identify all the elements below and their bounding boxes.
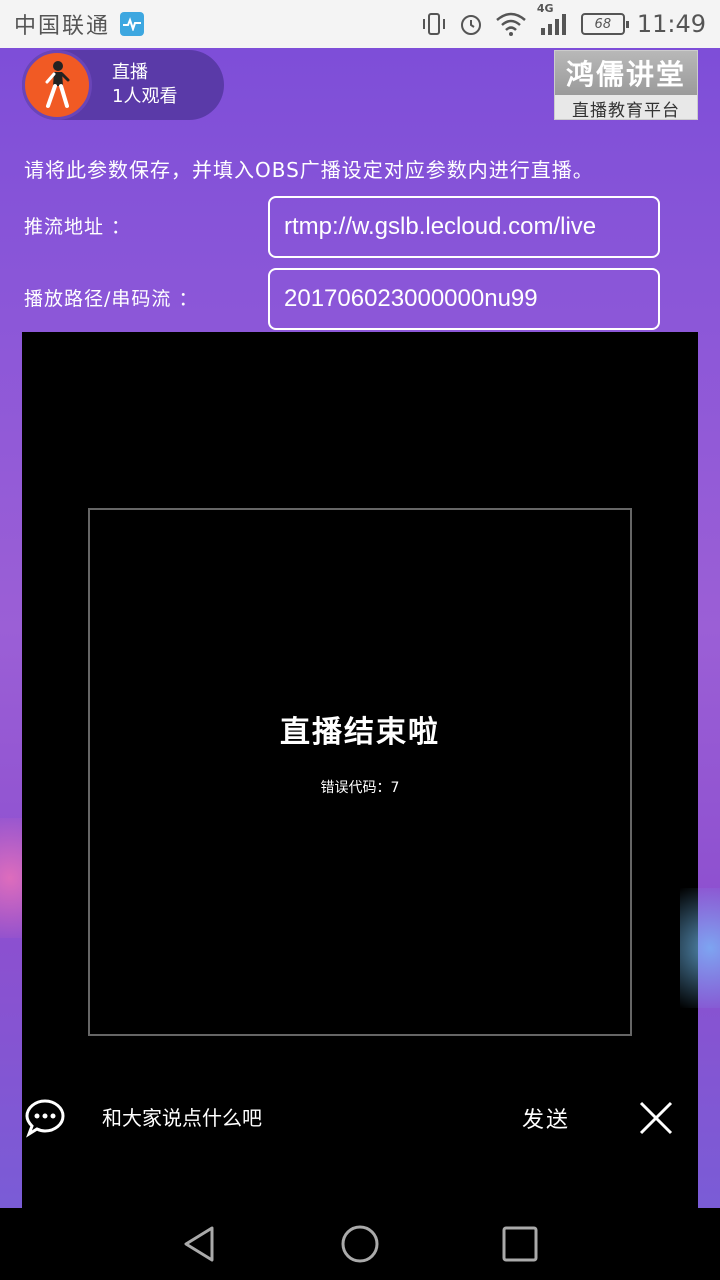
recent-apps-icon[interactable]: [500, 1224, 540, 1268]
viewer-count: 1人观看: [112, 86, 178, 107]
home-icon[interactable]: [340, 1224, 380, 1268]
chat-bubble-icon[interactable]: [24, 1098, 66, 1142]
brand-logo: 鸿儒讲堂 直播教育平台: [554, 50, 698, 121]
navigation-bar: [0, 1208, 720, 1280]
battery-level: 68: [594, 16, 612, 32]
live-status: 直播: [112, 62, 148, 83]
push-url-value: rtmp://w.gslb.lecloud.com/live: [284, 213, 597, 240]
push-url-label: 推流地址 ：: [24, 216, 132, 238]
instruction-text: 请将此参数保存，并填入OBS广播设定对应参数内进行直播。: [24, 158, 594, 182]
chat-input[interactable]: [102, 1102, 482, 1134]
live-room: 直播 1人观看 鸿儒讲堂 直播教育平台 请将此参数保存，并填入OBS广播设定对应…: [0, 48, 720, 1208]
send-button[interactable]: 发送: [522, 1102, 570, 1134]
network-type: 4G: [536, 2, 554, 15]
clock: 11:49: [636, 10, 706, 38]
carrier-name: 中国联通: [14, 14, 111, 39]
back-icon[interactable]: [180, 1224, 220, 1268]
status-bar: 中国联通 4G 68 11:49: [0, 0, 720, 48]
heartbeat-icon: [120, 12, 145, 36]
host-info[interactable]: 直播 1人观看: [22, 50, 224, 120]
brand-name: 鸿儒讲堂: [555, 51, 697, 95]
brand-tagline: 直播教育平台: [572, 100, 680, 121]
stream-key-label: 播放路径/串码流 ：: [24, 288, 199, 310]
battery-icon: 68: [580, 13, 629, 35]
signal-icon: 4G: [537, 2, 569, 36]
stream-key-field[interactable]: 201706023000000nu99: [268, 268, 660, 330]
chat-bar: 发送: [22, 1084, 698, 1152]
alarm-icon: [459, 12, 483, 36]
push-url-field[interactable]: rtmp://w.gslb.lecloud.com/live: [268, 196, 660, 258]
close-icon[interactable]: [638, 1100, 674, 1140]
wifi-icon: [495, 12, 527, 36]
stream-ended-message: 直播结束啦: [280, 715, 440, 750]
stream-ended-panel: 直播结束啦 错误代码：7: [88, 508, 632, 1036]
video-player[interactable]: 直播结束啦 错误代码：7 发送: [22, 332, 698, 1208]
vibrate-icon: [421, 12, 447, 36]
error-code: 错误代码：7: [320, 780, 400, 796]
walking-person-icon: [45, 61, 70, 108]
stream-key-value: 201706023000000nu99: [284, 285, 538, 312]
avatar[interactable]: [22, 50, 92, 120]
